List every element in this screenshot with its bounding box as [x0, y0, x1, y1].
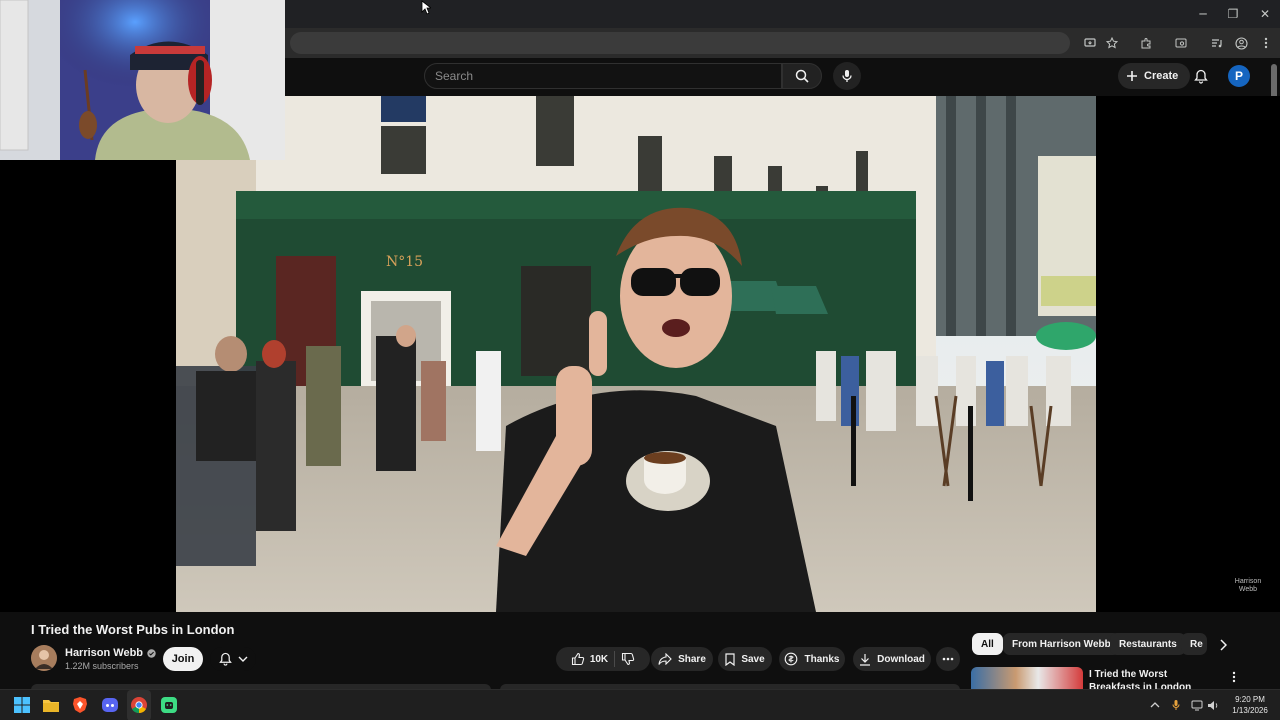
more-horizontal-icon [942, 657, 954, 661]
system-clock[interactable]: 9:20 PM 1/13/2026 [1226, 694, 1274, 716]
chips-next-button[interactable] [1213, 635, 1233, 655]
bell-icon [218, 652, 232, 666]
like-count: 10K [589, 653, 609, 665]
chevron-right-icon [1220, 639, 1227, 651]
thanks-label: Thanks [804, 653, 840, 665]
thanks-button[interactable]: Thanks [779, 647, 845, 671]
file-explorer-icon[interactable] [42, 696, 60, 714]
more-actions-button[interactable] [936, 647, 960, 671]
close-icon: ✕ [1259, 7, 1271, 21]
like-divider [614, 651, 616, 667]
chrome-icon[interactable] [130, 696, 148, 714]
video-title: I Tried the Worst Pubs in London [31, 622, 235, 637]
join-button[interactable]: Join [163, 647, 203, 671]
extensions-icon[interactable] [1136, 33, 1156, 53]
clock-time: 9:20 PM [1235, 695, 1265, 704]
chevron-down-icon [238, 656, 247, 662]
search-button[interactable] [782, 63, 822, 89]
thumbs-down-icon [622, 652, 635, 666]
create-label: Create [1144, 70, 1179, 82]
bell-icon [1194, 69, 1208, 84]
verified-icon [147, 648, 156, 658]
channel-avatar[interactable] [31, 645, 57, 671]
close-button[interactable]: ✕ [1250, 4, 1280, 24]
menu-icon[interactable] [1256, 33, 1276, 53]
share-icon [658, 653, 672, 665]
chip-all[interactable]: All [972, 633, 1003, 655]
thumbs-up-icon [571, 652, 585, 666]
channel-name[interactable]: Harrison Webb [65, 647, 156, 659]
channel-watermark: Harrison Webb [1228, 578, 1268, 594]
chip-from-channel[interactable]: From Harrison Webb [1003, 633, 1120, 655]
recommendation-more-button[interactable] [1228, 668, 1240, 686]
media-icon[interactable] [1207, 33, 1227, 53]
account-avatar[interactable]: P [1228, 65, 1250, 87]
maximize-icon: ❐ [1227, 7, 1239, 21]
save-label: Save [741, 653, 765, 665]
chip-truncated[interactable]: Re [1181, 633, 1207, 655]
create-button[interactable]: Create [1118, 63, 1191, 89]
microphone-icon [842, 70, 852, 82]
tray-overflow-icon[interactable] [1148, 698, 1162, 712]
search-icon [795, 69, 809, 83]
dislike-button[interactable] [621, 652, 635, 666]
download-icon [860, 653, 871, 666]
download-label: Download [877, 653, 925, 665]
network-icon[interactable] [1190, 698, 1204, 712]
voice-search-button[interactable] [833, 62, 861, 90]
download-button[interactable]: Download [853, 647, 931, 671]
like-button[interactable]: 10K [571, 652, 608, 666]
chip-restaurants[interactable]: Restaurants [1110, 633, 1186, 655]
tab-search-icon[interactable] [1171, 33, 1191, 53]
svg-text:N°15: N°15 [386, 254, 423, 270]
more-vertical-icon [1232, 671, 1236, 683]
star-icon[interactable] [1102, 33, 1122, 53]
video-player[interactable]: N°15 [0, 96, 1280, 612]
like-dislike-group: 10K [556, 647, 650, 671]
minimize-button[interactable]: ─ [1188, 4, 1218, 24]
video-frame[interactable]: N°15 [176, 96, 1096, 612]
taskbar: 9:20 PM 1/13/2026 [0, 689, 1280, 720]
subscriber-count: 1.22M subscribers [65, 661, 139, 671]
channel-name-text: Harrison Webb [65, 647, 144, 659]
profile-icon[interactable] [1231, 33, 1251, 53]
mouse-cursor-icon [421, 0, 431, 15]
volume-icon[interactable] [1206, 698, 1220, 712]
webcam-image [0, 0, 285, 160]
install-icon[interactable] [1080, 33, 1100, 53]
address-bar[interactable] [290, 32, 1070, 54]
notifications-button[interactable] [1190, 65, 1212, 87]
android-app-icon[interactable] [160, 696, 178, 714]
clock-date: 1/13/2026 [1232, 706, 1268, 715]
video-scene-image: N°15 [176, 96, 1096, 612]
maximize-button[interactable]: ❐ [1218, 4, 1248, 24]
discord-icon[interactable] [101, 696, 119, 714]
brave-browser-icon[interactable] [71, 696, 89, 714]
watermark-line-1: Harrison [1234, 578, 1262, 585]
subscription-notifications-button[interactable] [210, 647, 256, 671]
search-box [424, 63, 782, 89]
share-button[interactable]: Share [651, 647, 713, 671]
recommendation-thumbnail[interactable] [971, 667, 1083, 689]
bookmark-icon [725, 652, 735, 666]
webcam-overlay [0, 0, 285, 160]
minimize-icon: ─ [1199, 7, 1207, 21]
search-input[interactable] [425, 64, 781, 88]
thanks-icon [785, 652, 798, 666]
save-button[interactable]: Save [718, 647, 772, 671]
screen: ─ ❐ ✕ Create [0, 0, 1280, 720]
plus-icon [1127, 71, 1137, 81]
microphone-tray-icon[interactable] [1169, 698, 1183, 712]
share-label: Share [678, 653, 706, 665]
watermark-line-2: Webb [1238, 586, 1258, 593]
windows-start-icon[interactable] [13, 696, 31, 714]
